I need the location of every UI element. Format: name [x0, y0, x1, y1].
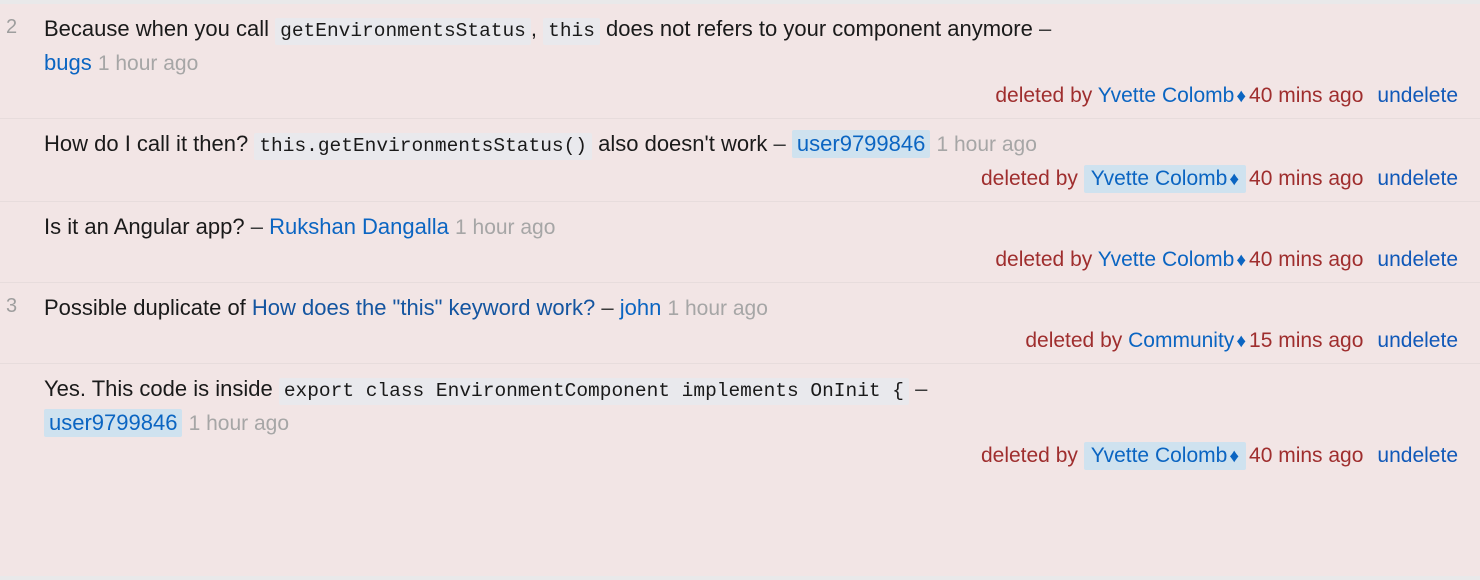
undelete-link[interactable]: undelete: [1377, 84, 1458, 107]
moderator-link[interactable]: Yvette Colomb: [1091, 444, 1228, 467]
deleted-by-label: deleted by: [980, 444, 1078, 467]
deleted-by-moderator: Yvette Colomb ♦: [1083, 442, 1247, 470]
comment-row: Is it an Angular app? – Rukshan Dangalla…: [0, 201, 1480, 282]
deleted-timestamp: 40 mins ago: [1249, 84, 1364, 107]
moderator-diamond-icon: ♦: [1236, 250, 1247, 271]
deleted-by-moderator: Yvette Colomb ♦: [1098, 248, 1246, 271]
inline-code: getEnvironmentsStatus: [275, 18, 531, 45]
moderator-diamond-icon: ♦: [1229, 169, 1240, 190]
inline-code: this.getEnvironmentsStatus(): [254, 133, 592, 160]
moderator-diamond-icon: ♦: [1236, 86, 1247, 107]
comment-author-link[interactable]: user9799846: [44, 409, 183, 437]
inline-code: export class EnvironmentComponent implem…: [278, 378, 910, 405]
author-dash: –: [773, 131, 786, 156]
undelete-link[interactable]: undelete: [1377, 329, 1458, 352]
comment-text: does not refers to your component anymor…: [599, 16, 1033, 41]
comment-body: Is it an Angular app? – Rukshan Dangalla…: [44, 211, 1466, 243]
deleted-by-label: deleted by: [995, 248, 1093, 271]
comment-score: 3: [6, 295, 18, 317]
comment-body: How do I call it then? this.getEnvironme…: [44, 128, 1466, 162]
deleted-by-moderator: Yvette Colomb ♦: [1083, 165, 1247, 193]
deleted-by-line: deleted by Yvette Colomb ♦ 40 mins ago unde…: [44, 81, 1466, 112]
comment-text: Yes. This code is inside: [44, 376, 279, 401]
duplicate-post-link[interactable]: How does the "this" keyword work?: [252, 295, 595, 320]
deleted-by-label: deleted by: [980, 167, 1078, 190]
deleted-timestamp: 15 mins ago: [1249, 329, 1364, 352]
comment-author-link[interactable]: john: [620, 295, 662, 320]
comment-author-link[interactable]: bugs: [44, 50, 92, 75]
deleted-comments-panel: 2 Because when you call getEnvironmentsS…: [0, 4, 1480, 576]
comment-text: Possible duplicate of: [44, 295, 252, 320]
screenshot-root: 2 Because when you call getEnvironmentsS…: [0, 0, 1480, 580]
comment-timestamp: 1 hour ago: [188, 412, 289, 435]
deleted-by-line: deleted by Yvette Colomb ♦ 40 mins ago unde…: [44, 164, 1466, 195]
author-dash: –: [601, 295, 614, 320]
deleted-by-line: deleted by Community ♦ 15 mins ago undelete: [44, 326, 1466, 357]
comment-text: ,: [530, 16, 544, 41]
comment-row: Yes. This code is inside export class En…: [0, 363, 1480, 478]
moderator-diamond-icon: ♦: [1229, 446, 1240, 467]
comment-timestamp: 1 hour ago: [455, 216, 556, 239]
deleted-timestamp: 40 mins ago: [1249, 248, 1364, 271]
comment-timestamp: 1 hour ago: [936, 133, 1037, 156]
moderator-link[interactable]: Community: [1128, 329, 1234, 352]
comment-text: Is it an Angular app?: [44, 214, 245, 239]
deleted-timestamp: 40 mins ago: [1249, 167, 1364, 190]
moderator-diamond-icon: ♦: [1236, 331, 1247, 352]
comment-author-link[interactable]: Rukshan Dangalla: [269, 214, 449, 239]
deleted-by-moderator: Yvette Colomb ♦: [1098, 84, 1246, 107]
moderator-link[interactable]: Yvette Colomb: [1091, 167, 1228, 190]
comment-timestamp: 1 hour ago: [667, 297, 768, 320]
deleted-by-label: deleted by: [1025, 329, 1123, 352]
comment-row: How do I call it then? this.getEnvironme…: [0, 118, 1480, 201]
deleted-timestamp: 40 mins ago: [1249, 444, 1364, 467]
undelete-link[interactable]: undelete: [1377, 167, 1458, 190]
undelete-link[interactable]: undelete: [1377, 444, 1458, 467]
comment-text: also doesn't work: [592, 131, 768, 156]
comment-row: 2 Because when you call getEnvironmentsS…: [0, 4, 1480, 118]
author-dash: –: [915, 376, 928, 401]
deleted-by-line: deleted by Yvette Colomb ♦ 40 mins ago unde…: [44, 245, 1466, 276]
author-dash: –: [1038, 16, 1052, 41]
comment-author-link[interactable]: user9799846: [791, 130, 931, 158]
moderator-link[interactable]: Yvette Colomb: [1098, 84, 1235, 107]
deleted-by-moderator: Community ♦: [1128, 329, 1246, 352]
comment-body: Because when you call getEnvironmentsSta…: [44, 13, 1466, 79]
comment-score: 2: [6, 16, 18, 38]
comment-body: Possible duplicate of How does the "this…: [44, 292, 1466, 324]
comment-timestamp: 1 hour ago: [97, 52, 199, 75]
moderator-link[interactable]: Yvette Colomb: [1098, 248, 1235, 271]
comment-body: Yes. This code is inside export class En…: [44, 373, 1466, 439]
comment-text: How do I call it then?: [44, 131, 255, 156]
deleted-by-label: deleted by: [995, 84, 1093, 107]
comment-row: 3 Possible duplicate of How does the "th…: [0, 282, 1480, 363]
deleted-by-line: deleted by Yvette Colomb ♦ 40 mins ago unde…: [44, 441, 1466, 472]
comment-text: Because when you call: [44, 16, 276, 41]
undelete-link[interactable]: undelete: [1377, 248, 1458, 271]
inline-code: this: [543, 18, 600, 45]
author-dash: –: [250, 214, 263, 239]
